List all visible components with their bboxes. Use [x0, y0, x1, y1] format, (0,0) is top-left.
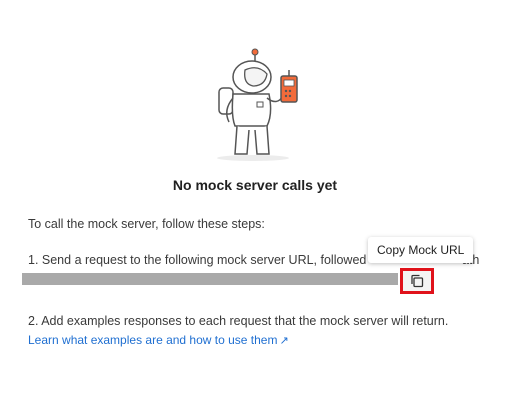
mock-server-empty-state: No mock server calls yet To call the moc…	[0, 0, 510, 404]
astronaut-illustration	[217, 48, 298, 161]
empty-state-title: No mock server calls yet	[172, 177, 338, 193]
learn-examples-link-label: Learn what examples are and how to use t…	[28, 333, 278, 347]
learn-examples-link[interactable]: Learn what examples are and how to use t…	[28, 333, 289, 347]
instructions-intro: To call the mock server, follow these st…	[28, 217, 265, 231]
copy-mock-url-button[interactable]	[400, 268, 434, 294]
mock-server-url-field[interactable]	[22, 273, 398, 285]
copy-icon	[411, 274, 424, 288]
external-link-icon: ↗	[279, 335, 289, 347]
step-2: 2. Add examples responses to each reques…	[28, 314, 449, 328]
copy-mock-url-tooltip: Copy Mock URL	[368, 237, 474, 263]
step-1-text: 1. Send a request to the following mock …	[28, 253, 367, 267]
